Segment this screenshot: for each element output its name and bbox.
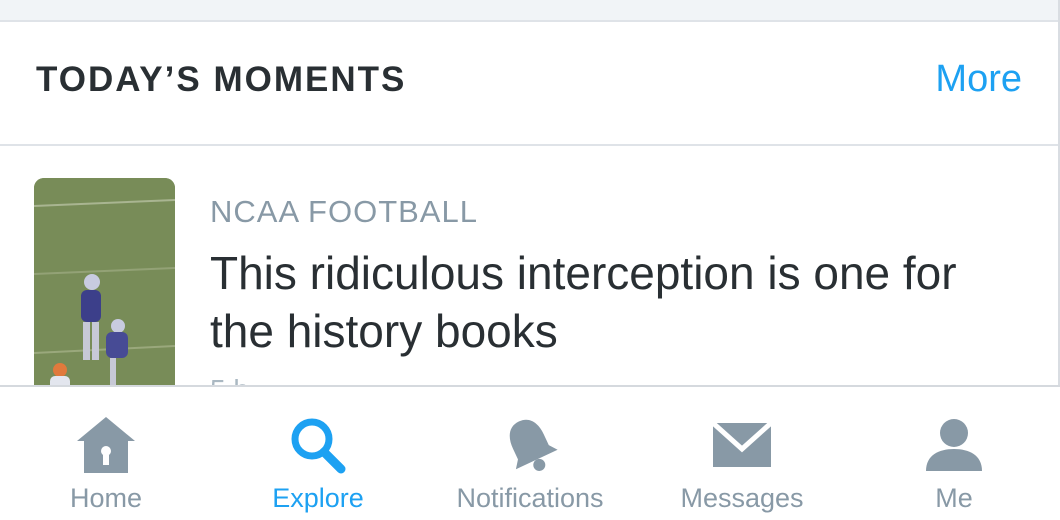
tab-explore[interactable]: Explore [212, 387, 424, 520]
search-icon [285, 413, 351, 477]
bottom-tab-bar: Home Explore Notifications Messages Me [0, 385, 1060, 520]
tab-home[interactable]: Home [0, 387, 212, 520]
section-title: TODAY’S MOMENTS [36, 60, 407, 99]
more-link[interactable]: More [935, 58, 1022, 101]
top-divider-strip [0, 0, 1060, 22]
moments-section-header: TODAY’S MOMENTS More [0, 22, 1058, 146]
football-play-image [34, 178, 175, 386]
tab-me[interactable]: Me [848, 387, 1060, 520]
tab-me-label: Me [935, 483, 973, 513]
moment-card[interactable]: NCAA FOOTBALL This ridiculous intercepti… [0, 146, 1058, 386]
tab-messages[interactable]: Messages [636, 387, 848, 520]
moment-thumbnail[interactable] [34, 178, 175, 386]
tab-explore-label: Explore [272, 483, 364, 513]
tab-home-label: Home [69, 483, 143, 513]
tab-notifications[interactable]: Notifications [424, 387, 636, 520]
moment-category: NCAA FOOTBALL [210, 194, 478, 229]
envelope-icon [709, 413, 775, 477]
bell-icon [497, 413, 563, 477]
moment-headline[interactable]: This ridiculous interception is one for … [210, 244, 1030, 360]
explore-screen: TODAY’S MOMENTS More NCAA FOOTBALL This … [0, 0, 1060, 520]
tab-notifications-label: Notifications [456, 483, 604, 513]
tab-messages-label: Messages [680, 483, 804, 513]
home-icon [73, 413, 139, 477]
person-icon [921, 413, 987, 477]
